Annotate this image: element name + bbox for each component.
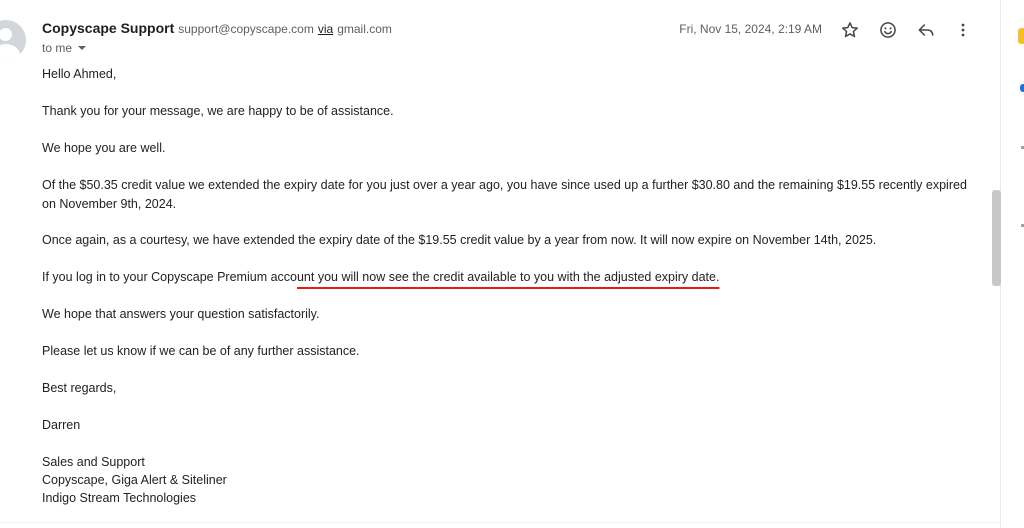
recipients-toggle[interactable]: to me [42,41,87,55]
paragraph-5-start: If you log in to your Copyscape Premium … [42,270,297,284]
signature-line-2: Copyscape, Giga Alert & Siteliner [42,473,227,487]
divider [0,522,1000,523]
body-paragraph-5: If you log in to your Copyscape Premium … [42,268,982,287]
tasks-icon[interactable] [1020,84,1024,92]
signature-line-3: Indigo Stream Technologies [42,491,197,505]
body-paragraph-6: We hope that answers your question satis… [42,307,320,321]
sender-avatar[interactable] [0,20,26,60]
message-date: Fri, Nov 15, 2024, 2:19 AM [679,22,822,36]
scrollbar-thumb[interactable] [992,190,1001,286]
chevron-down-icon[interactable] [78,46,87,50]
via-link[interactable]: via [318,22,333,36]
emoji-reaction-button[interactable] [876,18,900,42]
highlighted-text: unt you will now see the credit availabl… [296,270,720,284]
star-button[interactable] [838,18,862,42]
signature-name: Darren [42,418,81,432]
avatar-head [0,28,12,41]
reply-button[interactable] [914,18,938,42]
more-options-button[interactable] [951,18,975,42]
star-icon [842,22,858,38]
greeting: Hello Ahmed, [42,67,117,81]
body-paragraph-2: We hope you are well. [42,141,166,155]
sender-row: Copyscape Support support@copyscape.com … [42,20,392,40]
via-domain: gmail.com [337,22,392,36]
signature-line-1: Sales and Support [42,455,145,469]
to-label: to me [42,41,73,55]
body-paragraph-1: Thank you for your message, we are happy… [42,104,394,118]
sender-email: support@copyscape.com [178,22,314,36]
body-paragraph-7: Please let us know if we can be of any f… [42,344,360,358]
body-paragraph-3: Of the $50.35 credit value we extended t… [42,178,967,211]
reply-icon [918,24,934,36]
closing: Best regards, [42,381,117,395]
avatar-shoulders [0,44,20,60]
more-icon [961,23,965,37]
body-paragraph-4: Once again, as a courtesy, we have exten… [42,233,877,247]
keep-icon[interactable] [1018,28,1024,44]
sender-name[interactable]: Copyscape Support [42,20,174,36]
emoji-icon [880,22,896,38]
